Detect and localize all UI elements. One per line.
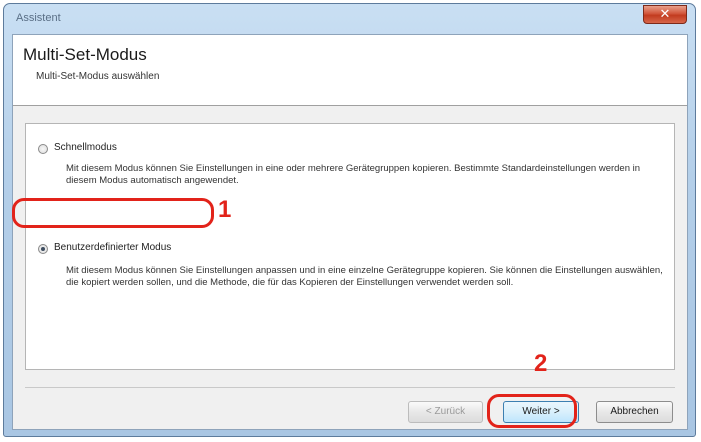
footer-divider	[25, 387, 675, 388]
wizard-header: Multi-Set-Modus Multi-Set-Modus auswähle…	[13, 35, 687, 106]
option-custom-mode-description: Mit diesem Modus können Sie Einstellunge…	[66, 265, 663, 288]
window-title: Assistent	[16, 12, 61, 24]
option-custom-mode[interactable]: Benutzerdefinierter Modus Mit diesem Mod…	[26, 224, 674, 344]
radio-quick-mode[interactable]	[38, 144, 48, 154]
highlight-next-button	[487, 394, 577, 428]
cancel-button[interactable]: Abbrechen	[596, 401, 673, 423]
option-custom-mode-label[interactable]: Benutzerdefinierter Modus	[54, 242, 171, 253]
callout-step-1: 1	[218, 196, 232, 223]
radio-custom-mode[interactable]	[38, 244, 48, 254]
highlight-custom-mode	[12, 198, 214, 228]
callout-step-2: 2	[534, 350, 548, 377]
back-button[interactable]: < Zurück	[408, 401, 483, 423]
title-bar[interactable]: Assistent ✕	[4, 4, 695, 34]
wizard-client-area: Multi-Set-Modus Multi-Set-Modus auswähle…	[12, 34, 688, 430]
close-button[interactable]: ✕	[643, 5, 687, 24]
close-icon: ✕	[659, 6, 671, 21]
mode-options-panel: Schnellmodus Mit diesem Modus können Sie…	[25, 123, 675, 370]
page-title: Multi-Set-Modus	[23, 45, 147, 64]
option-quick-mode-label[interactable]: Schnellmodus	[54, 142, 117, 153]
option-quick-mode-description: Mit diesem Modus können Sie Einstellunge…	[66, 163, 641, 186]
page-subtitle: Multi-Set-Modus auswählen	[36, 71, 160, 82]
